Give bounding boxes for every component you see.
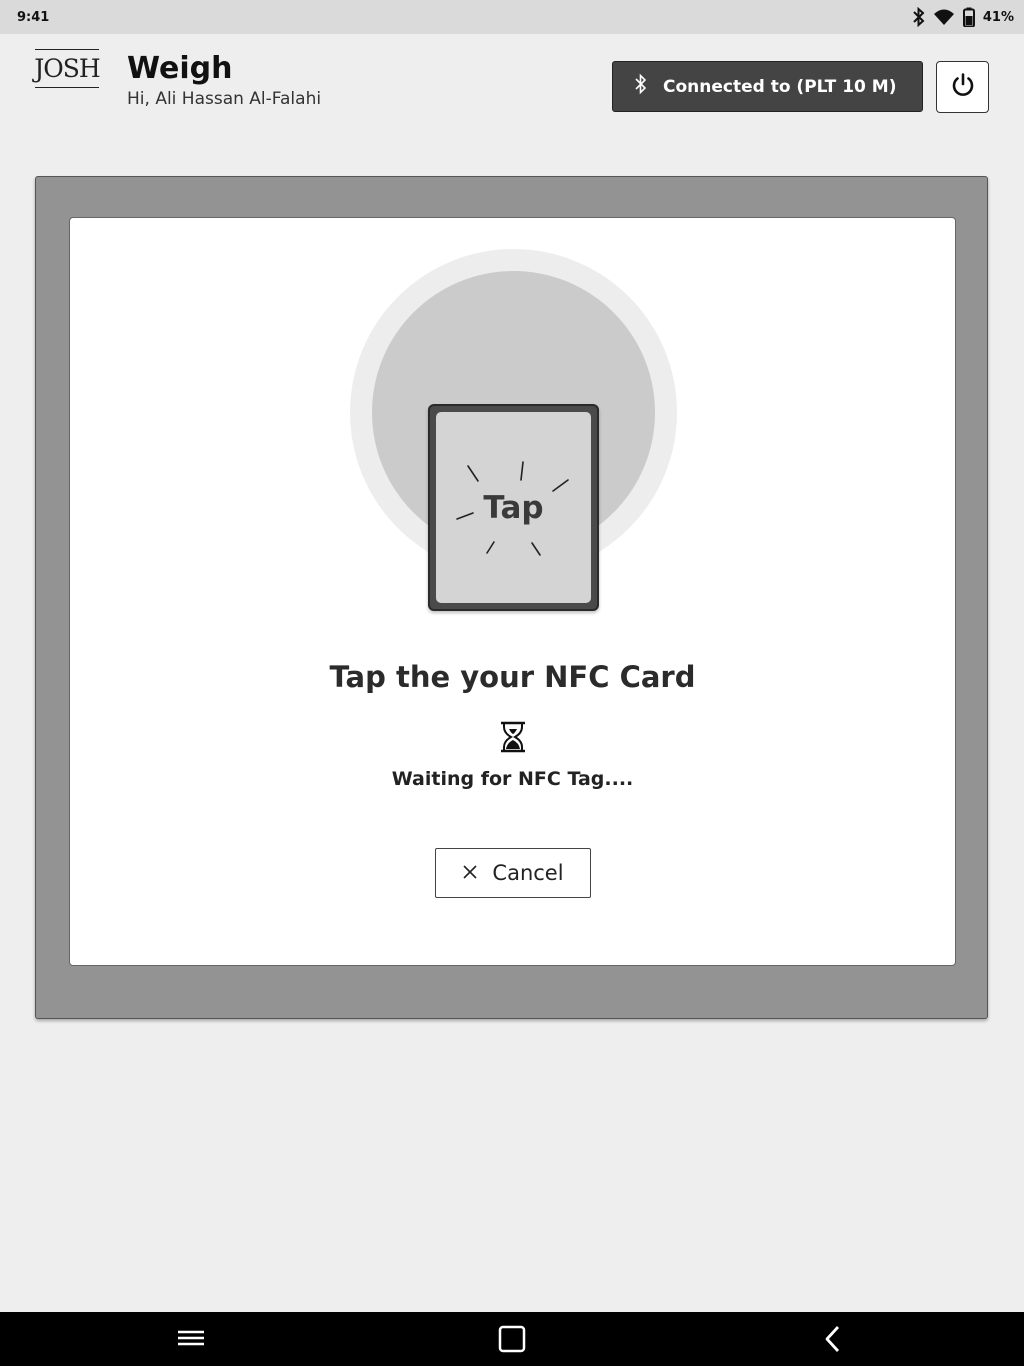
app-logo: JOSH (34, 49, 101, 88)
page-title: Weigh (127, 51, 233, 86)
device-connection-button[interactable]: Connected to (PLT 10 M) (612, 61, 923, 112)
hourglass-icon (498, 721, 528, 757)
close-icon (462, 861, 478, 885)
menu-button[interactable] (176, 1324, 206, 1354)
status-bar: 9:41 41% (0, 0, 1024, 34)
power-icon (949, 71, 977, 103)
menu-icon (176, 1330, 206, 1358)
connection-label: Connected to (PLT 10 M) (663, 76, 897, 97)
nfc-card-face: Tap (436, 412, 591, 603)
nfc-card-illustration: Tap (428, 404, 599, 611)
bluetooth-icon (913, 7, 925, 27)
power-button[interactable] (936, 61, 989, 113)
back-button[interactable] (818, 1324, 848, 1354)
nfc-prompt-card: Tap Tap the your NFC Card Waiting for NF… (69, 217, 956, 966)
user-greeting: Hi, Ali Hassan Al-Falahi (127, 89, 322, 109)
cancel-label: Cancel (492, 861, 564, 885)
home-button[interactable] (497, 1324, 527, 1354)
cancel-button[interactable]: Cancel (435, 848, 591, 898)
battery-icon (962, 7, 975, 27)
battery-percent: 41% (982, 9, 1014, 25)
app-header: JOSH Weigh Hi, Ali Hassan Al-Falahi Conn… (0, 34, 1024, 144)
wifi-icon (933, 8, 955, 26)
nfc-prompt-title: Tap the your NFC Card (329, 660, 696, 694)
system-nav-bar (0, 1312, 1024, 1366)
status-time: 9:41 (17, 9, 50, 25)
home-icon (497, 1325, 527, 1358)
bluetooth-icon (635, 73, 647, 100)
back-icon (818, 1326, 848, 1358)
nfc-status-text: Waiting for NFC Tag.... (391, 768, 634, 790)
nfc-card-label: Tap (483, 490, 544, 526)
nfc-panel: Tap Tap the your NFC Card Waiting for NF… (35, 176, 988, 1019)
status-icons: 41% (913, 7, 1014, 27)
